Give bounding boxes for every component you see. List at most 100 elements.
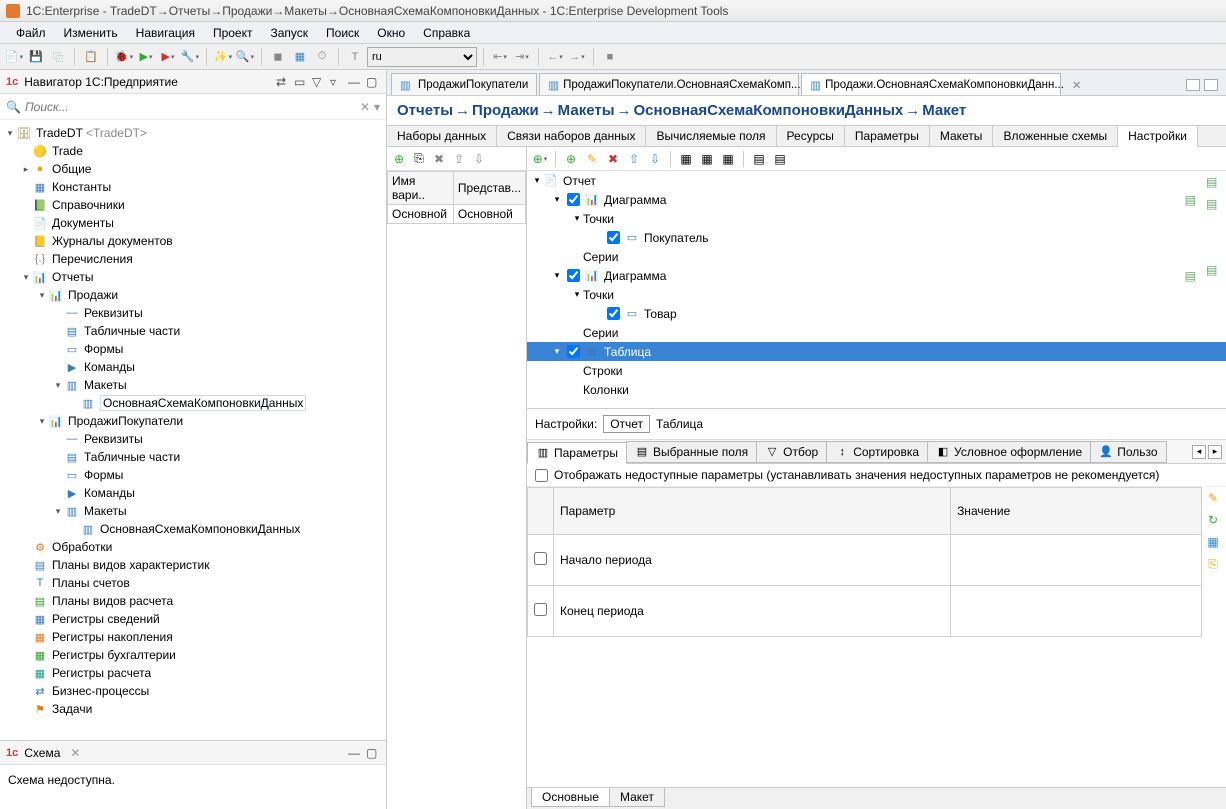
- variants-table[interactable]: Имя вари..Представ... ОсновнойОсновной: [387, 171, 526, 224]
- settings-path-table[interactable]: Таблица: [656, 417, 703, 431]
- menu-search[interactable]: Поиск: [318, 24, 367, 42]
- menu-help[interactable]: Справка: [415, 24, 478, 42]
- add-node-icon[interactable]: ⊕▾: [531, 150, 549, 168]
- search-input[interactable]: [25, 100, 356, 114]
- tree-item[interactable]: 📄Документы: [0, 214, 386, 232]
- report-tree-row[interactable]: ▾Точки: [527, 285, 1226, 304]
- inner-tab[interactable]: Связи наборов данных: [497, 126, 646, 146]
- menu-icon[interactable]: ▿: [330, 75, 344, 89]
- show-unavailable-checkbox[interactable]: [535, 469, 548, 482]
- param-tab[interactable]: ◧Условное оформление: [927, 441, 1091, 463]
- tree-item[interactable]: ▤Планы видов характеристик: [0, 556, 386, 574]
- param-scroll[interactable]: ◂: [1192, 445, 1206, 459]
- report-row-checkbox[interactable]: [567, 193, 580, 206]
- editor-min-icon[interactable]: [1186, 79, 1200, 91]
- report-tree-row[interactable]: ▾Точки: [527, 209, 1226, 228]
- tree-item[interactable]: ▦Регистры сведений: [0, 610, 386, 628]
- link-editor-icon[interactable]: ⇄: [276, 75, 290, 89]
- param-row-1-cb[interactable]: [534, 603, 547, 616]
- bottom-tab-layout[interactable]: Макет: [609, 788, 665, 807]
- tree-item[interactable]: ▦Регистры расчета: [0, 664, 386, 682]
- param-tab[interactable]: ▥Параметры: [527, 442, 627, 464]
- add-icon[interactable]: ⊕: [391, 151, 407, 167]
- menu-run[interactable]: Запуск: [262, 24, 316, 42]
- editor-tab[interactable]: ▥ПродажиПокупатели.ОсновнаяСхемаКомп...: [539, 73, 799, 95]
- collapse-icon[interactable]: ▭: [294, 75, 308, 89]
- stop-button[interactable]: ◼: [268, 47, 288, 67]
- tree-item[interactable]: ▭Формы: [0, 466, 386, 484]
- report-tree-row[interactable]: ▾📊Диаграмма▤: [527, 266, 1226, 285]
- rside-icon-2[interactable]: ▤: [1206, 197, 1222, 213]
- tree-item[interactable]: ▦Регистры накопления: [0, 628, 386, 646]
- param-row-0-cb[interactable]: [534, 552, 547, 565]
- side-copy-icon[interactable]: ⎘: [1204, 555, 1222, 573]
- inner-tab[interactable]: Настройки: [1118, 126, 1198, 147]
- tree-item[interactable]: ▾📊ПродажиПокупатели: [0, 412, 386, 430]
- editor-tab[interactable]: ▥ПродажиПокупатели: [391, 73, 537, 95]
- stop2-button[interactable]: ■: [600, 47, 620, 67]
- menu-nav[interactable]: Навигация: [128, 24, 203, 42]
- tree-item[interactable]: ▤Табличные части: [0, 322, 386, 340]
- menu-project[interactable]: Проект: [205, 24, 261, 42]
- inner-tab[interactable]: Макеты: [930, 126, 994, 146]
- menu-window[interactable]: Окно: [369, 24, 413, 42]
- report-row-checkbox[interactable]: [607, 231, 620, 244]
- clock-button[interactable]: ⏱: [312, 47, 332, 67]
- row-aux-icon[interactable]: ▤: [1185, 193, 1196, 207]
- editor-tab[interactable]: ▥Продажи.ОсновнаяСхемаКомпоновкиДанн...✕: [801, 73, 1061, 95]
- report-tree-row[interactable]: ▭Товар: [527, 304, 1226, 323]
- tree-item[interactable]: ТПланы счетов: [0, 574, 386, 592]
- report-tree-row[interactable]: ▾▦Таблица: [527, 342, 1226, 361]
- delete-icon[interactable]: ✖: [431, 151, 447, 167]
- breadcrumb-seg[interactable]: Отчеты: [397, 102, 453, 119]
- tool1-icon[interactable]: ▦: [677, 150, 695, 168]
- add-sub-icon[interactable]: ⊕: [562, 150, 580, 168]
- tree-item[interactable]: ▦Регистры бухгалтерии: [0, 646, 386, 664]
- maximize-icon[interactable]: ▢: [366, 75, 380, 89]
- tree-item[interactable]: ▶Команды: [0, 358, 386, 376]
- side-tools-icon[interactable]: ▦: [1204, 533, 1222, 551]
- mup-icon[interactable]: ⇧: [625, 150, 643, 168]
- tree-item[interactable]: ▥ОсновнаяСхемаКомпоновкиДанных: [0, 394, 386, 412]
- tree-item[interactable]: ▦Константы: [0, 178, 386, 196]
- tree-item[interactable]: ▶Команды: [0, 484, 386, 502]
- report-row-checkbox[interactable]: [567, 269, 580, 282]
- nav-in-button[interactable]: ⇤▾: [490, 47, 510, 67]
- nav-out-button[interactable]: ⇥▾: [512, 47, 532, 67]
- search-dropdown-icon[interactable]: ▾: [374, 100, 380, 114]
- report-tree-row[interactable]: Серии: [527, 247, 1226, 266]
- report-row-checkbox[interactable]: [567, 345, 580, 358]
- tree-item[interactable]: ▾📊Отчеты: [0, 268, 386, 286]
- debug-button[interactable]: 🐞▾: [114, 47, 134, 67]
- del-icon[interactable]: ✖: [604, 150, 622, 168]
- tool4-icon[interactable]: ▤: [750, 150, 768, 168]
- tree-item[interactable]: ▾📊Продажи: [0, 286, 386, 304]
- copy-button[interactable]: 📋: [81, 47, 101, 67]
- new-button[interactable]: 📄▾: [4, 47, 24, 67]
- wand-button[interactable]: ✨▾: [213, 47, 233, 67]
- tree-item[interactable]: ⚙Обработки: [0, 538, 386, 556]
- tool5-icon[interactable]: ▤: [771, 150, 789, 168]
- edit-icon[interactable]: ✎: [583, 150, 601, 168]
- nav-back-button[interactable]: ←▾: [545, 47, 565, 67]
- report-tree-row[interactable]: Колонки: [527, 380, 1226, 399]
- inner-tab[interactable]: Ресурсы: [777, 126, 845, 146]
- run-button[interactable]: ▶▾: [136, 47, 156, 67]
- menu-file[interactable]: Файл: [8, 24, 54, 42]
- save-all-button[interactable]: ⿻: [48, 47, 68, 67]
- report-tree-row[interactable]: Строки: [527, 361, 1226, 380]
- side-refresh-icon[interactable]: ↻: [1204, 511, 1222, 529]
- settings-path-report[interactable]: Отчет: [603, 415, 650, 433]
- close-icon[interactable]: ✕: [1072, 78, 1082, 92]
- param-tab[interactable]: ↕Сортировка: [826, 441, 928, 463]
- inner-tab[interactable]: Вложенные схемы: [993, 126, 1118, 146]
- nav-fwd-button[interactable]: →▾: [567, 47, 587, 67]
- copy-icon[interactable]: ⎘: [411, 151, 427, 167]
- tool3-icon[interactable]: ▦: [719, 150, 737, 168]
- tree-item[interactable]: {.}Перечисления: [0, 250, 386, 268]
- tree-item[interactable]: —Реквизиты: [0, 430, 386, 448]
- clear-search-icon[interactable]: ✕: [360, 100, 370, 114]
- language-select[interactable]: ru: [367, 47, 477, 67]
- bottom-tab-main[interactable]: Основные: [531, 788, 610, 807]
- editor-max-icon[interactable]: [1204, 79, 1218, 91]
